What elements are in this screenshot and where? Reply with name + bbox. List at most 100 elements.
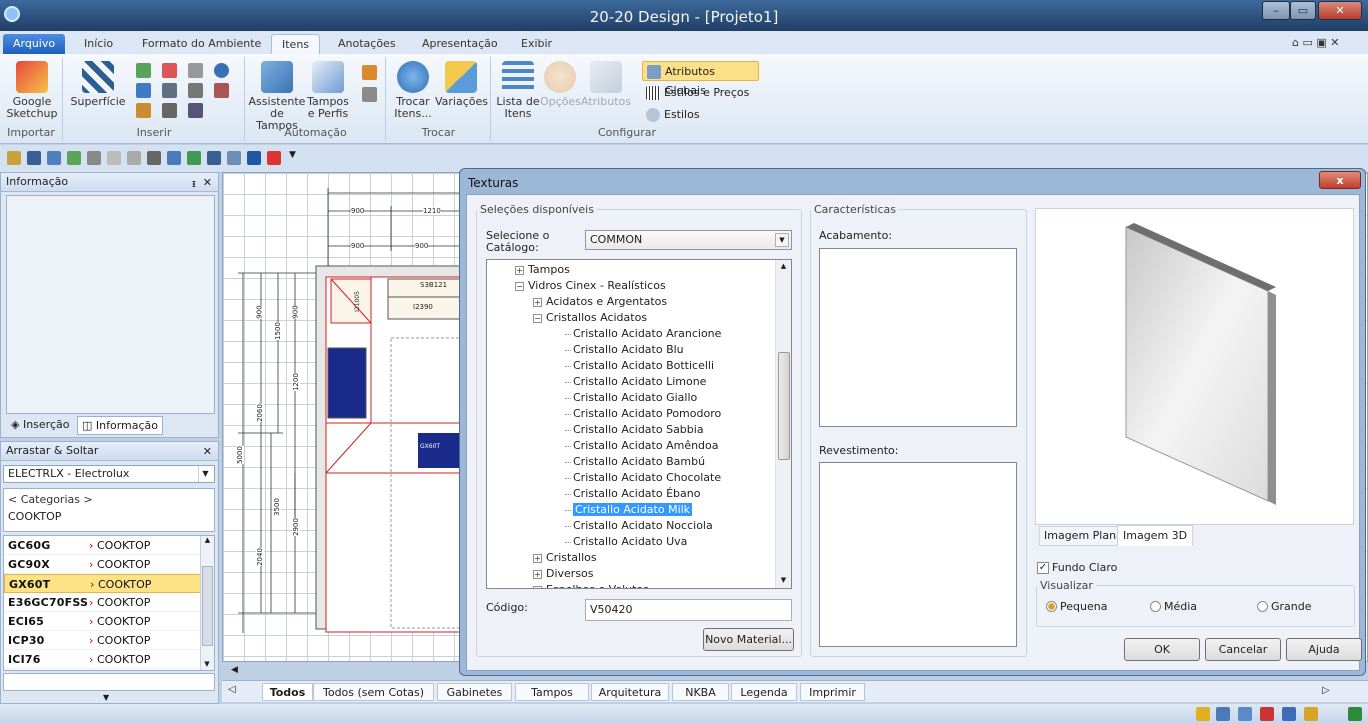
tab-inicio[interactable]: Início xyxy=(74,34,123,54)
grid-icon[interactable] xyxy=(188,103,203,118)
tree-item[interactable]: Cristallo Acidato Arancione xyxy=(487,326,791,342)
tree-item[interactable]: + Diversos xyxy=(487,566,791,582)
tab-exibir[interactable]: Exibir xyxy=(511,34,562,54)
tree-item[interactable]: + Espelhos e Volutos xyxy=(487,582,791,588)
list-icon[interactable] xyxy=(167,151,181,165)
box-icon[interactable] xyxy=(362,65,377,80)
product-row[interactable]: GX60T › COOKTOP xyxy=(4,574,201,593)
tree-item[interactable]: Cristallo Acidato Giallo xyxy=(487,390,791,406)
delete-icon[interactable] xyxy=(147,151,161,165)
view-tab-todos[interactable]: Todos xyxy=(262,683,313,701)
grid-icon[interactable] xyxy=(1216,707,1230,721)
canvas-scroll-left[interactable]: ◀ xyxy=(231,665,238,675)
atributos-button[interactable]: Atributos xyxy=(580,61,632,108)
new-material-button[interactable]: Novo Material... xyxy=(703,628,794,651)
gear-icon[interactable] xyxy=(214,63,229,78)
corner-tool-icon[interactable] xyxy=(136,83,151,98)
redo-icon[interactable] xyxy=(67,151,81,165)
box-icon[interactable] xyxy=(136,103,151,118)
product-row[interactable]: ICI76 › COOKTOP xyxy=(4,650,201,669)
ribbon-window-controls[interactable]: ⌂ ▭ ▣ ✕ xyxy=(1292,36,1339,49)
trocar-itens-button[interactable]: Trocar Itens... xyxy=(391,61,435,120)
dialog-close-button[interactable]: x xyxy=(1319,171,1361,189)
tab-formato-ambiente[interactable]: Formato do Ambiente xyxy=(132,34,271,54)
expand-icon[interactable]: + xyxy=(533,553,542,563)
estilos-button[interactable]: Estilos xyxy=(642,105,759,125)
save-icon[interactable] xyxy=(27,151,41,165)
scissors-icon[interactable] xyxy=(162,63,177,78)
tree-item[interactable]: Cristallo Acidato Botticelli xyxy=(487,358,791,374)
tree-item[interactable]: − Vidros Cinex - Realísticos xyxy=(487,278,791,294)
catalog-dropdown[interactable]: COMMON ▼ xyxy=(585,230,792,250)
paste-icon[interactable] xyxy=(127,151,141,165)
lista-itens-button[interactable]: Lista de Itens xyxy=(496,61,540,120)
tree-item[interactable]: − Cristallos Acidatos xyxy=(487,310,791,326)
tab-scroll-left-icon[interactable]: ◁ xyxy=(228,684,236,695)
expand-icon[interactable]: + xyxy=(533,297,542,307)
product-row[interactable]: GC60G › COOKTOP xyxy=(4,536,201,555)
tab-anotacoes[interactable]: Anotações xyxy=(328,34,406,54)
undo-icon[interactable] xyxy=(47,151,61,165)
view-tab-gabinetes[interactable]: Gabinetes xyxy=(437,683,512,701)
product-row[interactable]: E36GC70FSS › COOKTOP xyxy=(4,593,201,612)
faucet-icon[interactable] xyxy=(162,103,177,118)
tab-imagem-3d[interactable]: Imagem 3D xyxy=(1117,525,1194,546)
product-search-input[interactable] xyxy=(3,673,215,691)
cancel-button[interactable]: Cancelar xyxy=(1205,638,1281,661)
wall-tool-icon[interactable] xyxy=(136,63,151,78)
tree-item[interactable]: Cristallo Acidato Sabbia xyxy=(487,422,791,438)
view-tab-todos-sem-cotas[interactable]: Todos (sem Cotas) xyxy=(313,683,434,701)
tree-item[interactable]: + Tampos xyxy=(487,262,791,278)
lock-icon[interactable] xyxy=(7,151,21,165)
toolbox-icon[interactable] xyxy=(267,151,281,165)
minimize-button[interactable]: – xyxy=(1262,1,1290,20)
tree-item[interactable]: Cristallo Acidato Bambú xyxy=(487,454,791,470)
cut-icon[interactable] xyxy=(87,151,101,165)
cabinet-icon[interactable] xyxy=(162,83,177,98)
flag-icon[interactable] xyxy=(362,87,377,102)
assistente-tampos-button[interactable]: Assistente de Tampos xyxy=(248,61,306,132)
code-input[interactable]: V50420 xyxy=(585,599,792,621)
opcoes-button[interactable]: Opções xyxy=(540,61,581,108)
tree-icon[interactable] xyxy=(1238,707,1252,721)
maximize-button[interactable]: ▭ xyxy=(1290,1,1316,20)
tab-arquivo[interactable]: Arquivo xyxy=(3,34,66,54)
table-icon[interactable] xyxy=(187,151,201,165)
close-drag-icon[interactable]: ✕ xyxy=(203,443,212,461)
product-list[interactable]: GC60G › COOKTOP GC90X › COOKTOP GX60T › COOKTOP E… xyxy=(3,535,215,671)
atributos-globais-button[interactable]: Atributos Globais xyxy=(642,61,759,97)
view-tab-imprimir[interactable]: Imprimir xyxy=(800,683,865,701)
catalog-select[interactable]: ELECTRLX - Electrolux ▼ xyxy=(3,465,215,483)
close-window-button[interactable]: ✕ xyxy=(1318,1,1362,20)
google-sketchup-button[interactable]: Google Sketchup xyxy=(4,61,60,120)
variacoes-button[interactable]: Variações xyxy=(435,61,488,108)
tree-item[interactable]: + Cristallos xyxy=(487,550,791,566)
basket-icon[interactable] xyxy=(188,83,203,98)
tree-item[interactable]: Cristallo Acidato Amêndoa xyxy=(487,438,791,454)
pin-icon[interactable]: ᵻ xyxy=(192,175,196,193)
collapse-icon[interactable]: − xyxy=(533,313,542,323)
zoom-icon[interactable] xyxy=(227,151,241,165)
tab-insercao[interactable]: ◈ Inserção xyxy=(7,417,73,435)
product-scrollbar[interactable]: ▲ ▼ xyxy=(200,536,214,670)
tree-item[interactable]: Cristallo Acidato Uva xyxy=(487,534,791,550)
expand-icon[interactable]: + xyxy=(515,265,524,275)
qat-dropdown-icon[interactable]: ▼ xyxy=(289,150,296,160)
layer-icon[interactable] xyxy=(1260,707,1274,721)
tab-apresentacao[interactable]: Apresentação xyxy=(412,34,508,54)
finish-list[interactable] xyxy=(819,248,1017,427)
texture-tree[interactable]: + Tampos − Vidros Cinex - Realísticos + Acida… xyxy=(486,259,792,589)
tree-item[interactable]: Cristallo Acidato Ébano xyxy=(487,486,791,502)
cube-icon[interactable] xyxy=(247,151,261,165)
tree-item[interactable]: Cristallo Acidato Pomodoro xyxy=(487,406,791,422)
tree-item[interactable]: Cristallo Acidato Nocciola xyxy=(487,518,791,534)
tree-item[interactable]: + Acidatos e Argentatos xyxy=(487,294,791,310)
tree-item[interactable]: Cristallo Acidato Limone xyxy=(487,374,791,390)
product-row[interactable]: ECI65 › COOKTOP xyxy=(4,612,201,631)
tab-itens[interactable]: Itens xyxy=(271,34,321,54)
link-icon[interactable] xyxy=(1304,707,1318,721)
view-tab-tampos[interactable]: Tampos xyxy=(515,683,589,701)
expand-icon[interactable]: + xyxy=(533,585,542,588)
expand-panel-icon[interactable]: ▼ xyxy=(103,693,109,702)
tampos-perfis-button[interactable]: Tampos e Perfis xyxy=(306,61,350,120)
